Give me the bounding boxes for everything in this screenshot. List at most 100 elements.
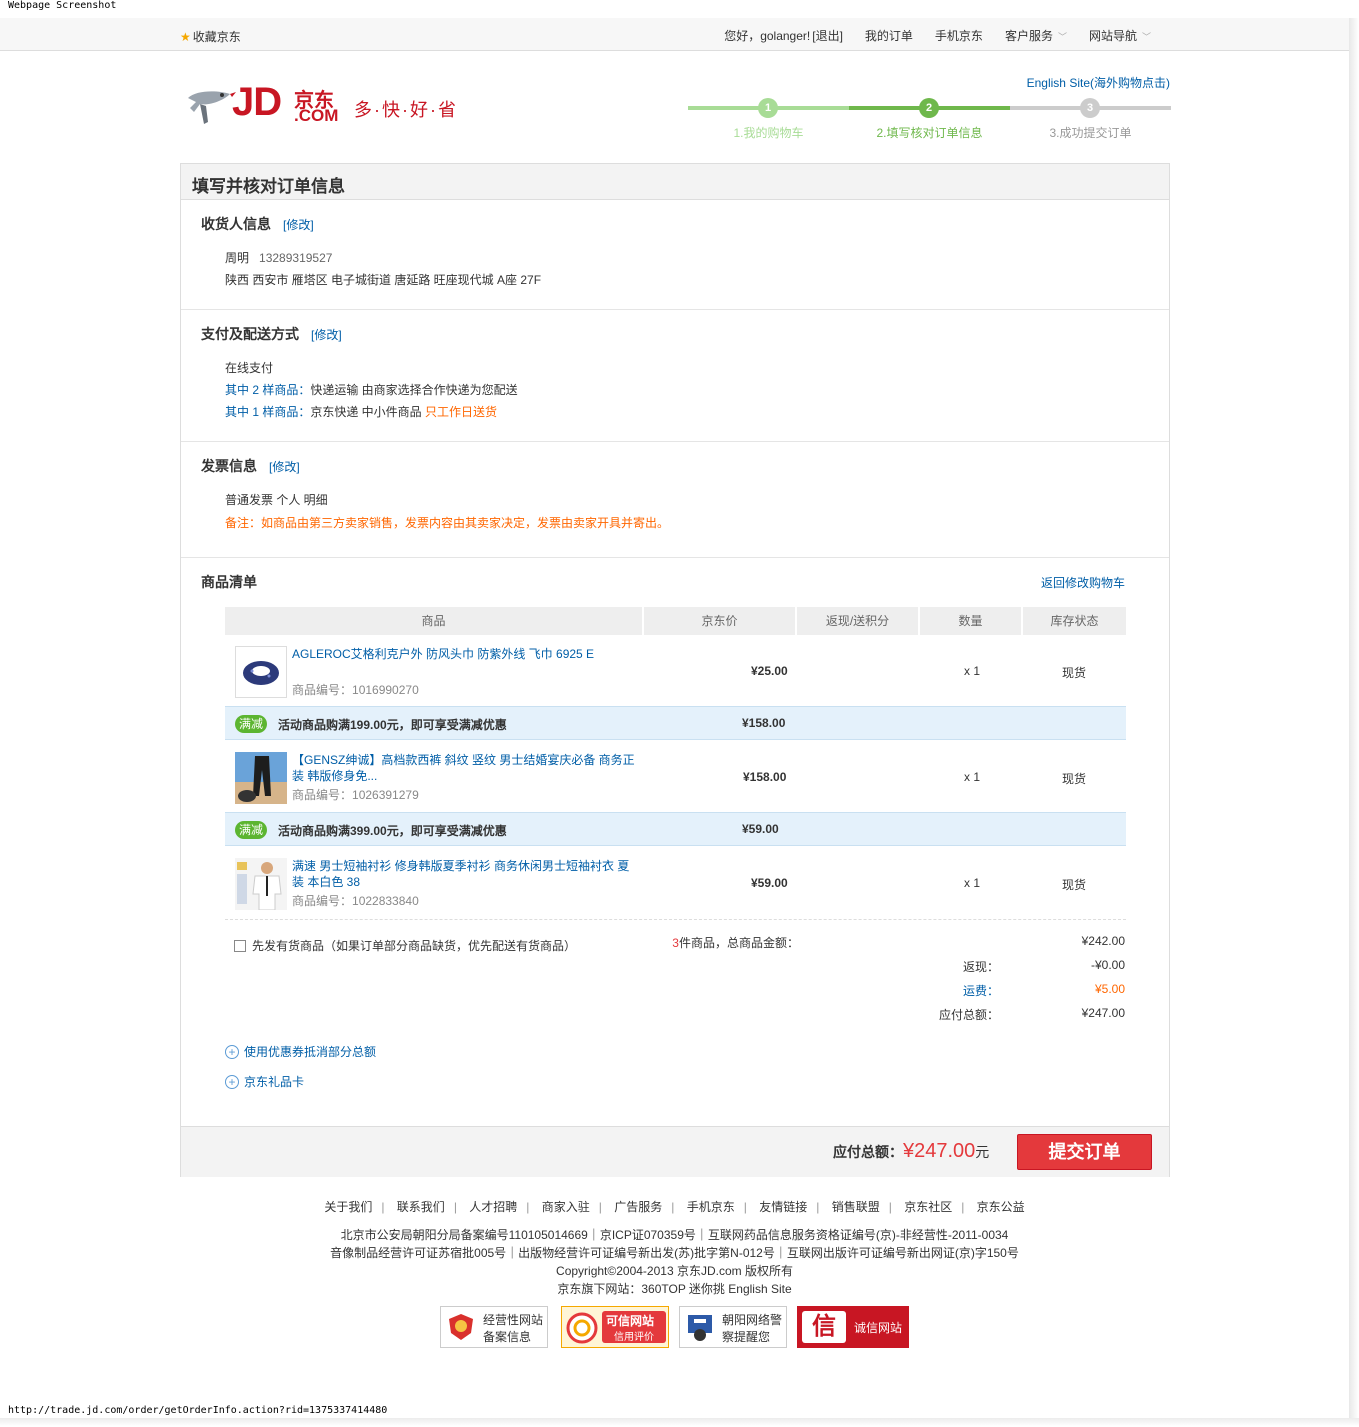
checkout-total-label: 应付总额： [833,1144,903,1160]
footer-separator: | [598,1200,602,1214]
consignee-name: 周明 [225,251,250,265]
summary-shipping: ¥5.00 [1094,982,1125,996]
promo-price: ¥59.00 [742,822,779,836]
promo-row: 满减 活动商品购满199.00元，即可享受满减优惠 ¥158.00 [225,706,1126,740]
payment-heading: 支付及配送方式 [修改] [201,324,342,344]
plus-circle-icon: + [225,1044,239,1059]
logo-jd-text[interactable]: JD [232,80,282,125]
page-shadow-bottom [0,1418,1359,1426]
footer-link-jobs[interactable]: 人才招聘 [469,1200,517,1214]
product-sku: 商品编号：1026391279 [292,786,419,803]
footer-link-merchants[interactable]: 商家入驻 [542,1200,590,1214]
invoice-heading-text: 发票信息 [201,458,257,474]
product-image[interactable] [235,646,287,698]
giftcard-toggle[interactable]: + 京东礼品卡 [225,1073,304,1090]
footer-link-ads[interactable]: 广告服务 [614,1200,662,1214]
product-image[interactable] [235,752,287,804]
footer-link-about[interactable]: 关于我们 [324,1200,372,1214]
coupon-toggle[interactable]: + 使用优惠券抵消部分总额 [225,1043,376,1060]
footer-separator: | [381,1200,385,1214]
police-icon [688,1315,712,1341]
product-name-link[interactable]: 【GENSZ绅诚】高档款西裤 斜纹 竖纹 男士结婚宴庆必备 商务正装 韩版修身免… [292,752,637,784]
footer-link-charity[interactable]: 京东公益 [977,1200,1025,1214]
footer-separator: | [961,1200,965,1214]
footer-links: 关于我们 | 联系我们 | 人才招聘 | 商家入驻 | 广告服务 | 手机京东 | 友情链接… [0,1198,1349,1215]
checkout-bar: 应付总额：¥247.00元 提交订单 [181,1126,1169,1177]
sku-label: 商品编号： [292,683,353,697]
progress-steps: 1 2 3 1.我的购物车 2.填写核对订单信息 3.成功提交订单 [688,98,1171,148]
payment-method: 在线支付 [225,361,274,375]
col-product: 商品 [225,607,644,635]
back-to-cart-link[interactable]: 返回修改购物车 [1041,574,1125,591]
my-orders-link[interactable]: 我的订单 [865,27,913,44]
logout-link[interactable]: [退出] [812,29,843,43]
submit-order-button[interactable]: 提交订单 [1017,1134,1152,1170]
ship-first-label: 先发有货商品（如果订单部分商品缺货，优先配送有货商品） [252,939,577,953]
invoice-modify-link[interactable]: [修改] [269,460,300,474]
footer-copyright: Copyright©2004-2013 京东JD.com 版权所有 [556,1264,793,1278]
footer-link-friends[interactable]: 友情链接 [759,1200,807,1214]
page-title: 填写并核对订单信息 [192,177,345,196]
col-cashback: 返现/送积分 [797,607,920,635]
footer-separator: | [743,1200,747,1214]
delivery-line-2-prefix[interactable]: 其中 1 样商品： [225,405,310,419]
consignee-name-phone: 周明 13289319527 [225,249,332,266]
promo-text: 活动商品购满399.00元，即可享受满减优惠 [278,824,507,838]
jd-mascot-logo-icon[interactable] [184,84,236,130]
summary-payable: ¥247.00 [1081,1006,1125,1020]
product-sku: 商品编号：1022833840 [292,892,419,909]
consignee-heading: 收货人信息 [修改] [201,214,314,234]
top-bar: ★ 收藏京东 您好，golanger! [退出] 我的订单 手机京东 客户服务 ﹀ 网… [0,18,1349,51]
badge-line1: 可信网站 [606,1314,655,1328]
delivery-line-1-prefix[interactable]: 其中 2 样商品： [225,383,310,397]
footer-link-mobile[interactable]: 手机京东 [687,1200,735,1214]
badge-integrity-site[interactable]: 信 诚信网站 [797,1306,909,1348]
product-sku: 商品编号：1016990270 [292,681,419,698]
footer-separator: | [453,1200,457,1214]
product-stock: 现货 [1062,878,1087,892]
payment-heading-text: 支付及配送方式 [201,326,299,342]
step-dot-1: 1 [758,98,778,118]
badge-police[interactable]: 朝阳网络警 察提醒您 [679,1306,787,1348]
sku-label: 商品编号： [292,788,353,802]
product-name-link[interactable]: AGLEROC艾格利克户外 防风头巾 防紫外线 飞巾 6925 E [292,646,612,662]
summary-shipping-label[interactable]: 运费： [799,982,999,999]
delivery-line-1-text: 快递运输 由商家选择合作快递为您配送 [310,383,518,397]
footer-link-affiliate[interactable]: 销售联盟 [832,1200,880,1214]
english-site-link[interactable]: English Site(海外购物点击) [1027,74,1170,91]
badge-trusted-site[interactable]: 可信网站 信用评价 [561,1306,669,1348]
giftcard-label: 京东礼品卡 [244,1075,305,1089]
footer-sites: 京东旗下网站：360TOP 迷你挑 English Site [557,1282,792,1296]
footer-separator: | [526,1200,530,1214]
greeting: 您好，golanger! [退出] [724,27,843,44]
product-name-link[interactable]: 满速 男士短袖衬衫 修身韩版夏季衬衫 商务休闲男士短袖衬衣 夏装 本白色 38 [292,858,637,890]
favorite-link[interactable]: ★ 收藏京东 [180,28,241,45]
delivery-line-1: 其中 2 样商品：快递运输 由商家选择合作快递为您配送 [225,381,518,398]
site-nav-menu[interactable]: 网站导航 ﹀ [1089,27,1151,44]
product-stock: 现货 [1062,666,1087,680]
coupon-label: 使用优惠券抵消部分总额 [244,1045,377,1059]
footer-link-community[interactable]: 京东社区 [904,1200,952,1214]
product-image[interactable] [235,858,287,910]
promo-badge: 满减 [235,821,267,839]
chevron-down-icon: ﹀ [1141,32,1151,42]
site-nav-label: 网站导航 [1088,29,1137,43]
consignee-modify-link[interactable]: [修改] [283,218,314,232]
footer-link-contact[interactable]: 联系我们 [397,1200,445,1214]
product-stock: 现货 [1062,772,1087,786]
consignee-heading-text: 收货人信息 [201,216,271,232]
ship-first-checkbox[interactable] [234,939,246,952]
invoice-info: 普通发票 个人 明细 [225,493,328,507]
payment-modify-link[interactable]: [修改] [311,328,342,342]
mobile-jd-link[interactable]: 手机京东 [935,27,983,44]
slogan: 多·快·好·省 [354,100,458,120]
badge-business-site[interactable]: 经营性网站 备案信息 [440,1306,548,1348]
badge-line2: 察提醒您 [722,1330,771,1344]
promo-price: ¥158.00 [742,716,786,730]
customer-service-menu[interactable]: 客户服务 ﹀ [1005,27,1067,44]
product-price: ¥158.00 [743,770,787,784]
product-qty: x 1 [964,664,981,678]
trousers-image-icon [235,752,287,804]
consignee-phone: 13289319527 [259,251,333,265]
integrity-logo-icon: 信 [802,1311,846,1343]
